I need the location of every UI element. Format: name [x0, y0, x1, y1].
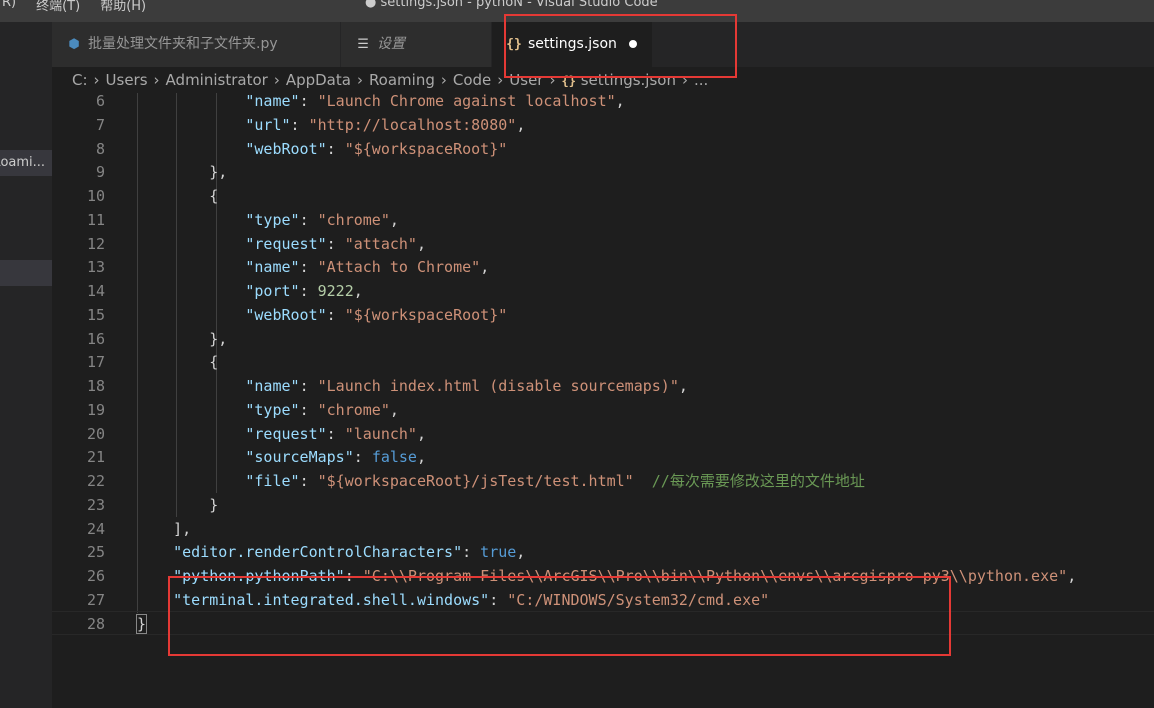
code-line: 11 "type": "chrome",	[52, 208, 1154, 232]
code-text: "url": "http://localhost:8080",	[245, 116, 526, 134]
code-text: ],	[137, 520, 192, 538]
breadcrumb-item[interactable]: AppData	[286, 71, 351, 89]
sidebar: Roami...	[0, 22, 52, 708]
code-text: "file": "${workspaceRoot}/jsTest/test.ht…	[245, 472, 865, 490]
line-number: 28	[86, 615, 105, 633]
breadcrumb-item[interactable]: C:	[72, 71, 88, 89]
window-title: ● settings.json - pythoN - Visual Studio…	[365, 0, 658, 10]
chevron-right-icon: ›	[497, 71, 504, 89]
tab-label: 批量处理文件夹和子文件夹.py	[88, 36, 278, 52]
line-number: 14	[86, 282, 105, 300]
line-number: 9	[95, 163, 105, 181]
code-text: "type": "chrome",	[245, 401, 399, 419]
code-line: 17 {	[52, 350, 1154, 374]
chevron-right-icon: ›	[440, 71, 447, 89]
sidebar-item-roaming[interactable]: Roami...	[0, 150, 52, 176]
code-text: "port": 9222,	[245, 282, 363, 300]
line-number: 7	[95, 116, 105, 134]
code-text: "name": "Launch Chrome against localhost…	[245, 92, 625, 110]
highlight-box-tab	[504, 14, 737, 78]
line-number: 23	[86, 496, 105, 514]
line-number: 26	[86, 567, 105, 585]
line-number: 6	[95, 92, 105, 110]
code-text: "request": "attach",	[245, 235, 426, 253]
code-line: 16 },	[52, 327, 1154, 351]
code-line: 9 },	[52, 160, 1154, 184]
line-number: 16	[86, 330, 105, 348]
code-text: {	[137, 187, 219, 205]
code-line: 15 "webRoot": "${workspaceRoot}"	[52, 303, 1154, 327]
code-line: 13 "name": "Attach to Chrome",	[52, 255, 1154, 279]
code-text: "name": "Launch index.html (disable sour…	[245, 377, 688, 395]
breadcrumb-item[interactable]: Code	[453, 71, 491, 89]
code-line: 24 ],	[52, 517, 1154, 541]
code-text: {	[137, 353, 219, 371]
line-number: 8	[95, 140, 105, 158]
code-text: "type": "chrome",	[245, 211, 399, 229]
menu-item-partial[interactable]: R)	[0, 0, 18, 14]
python-icon: ⬢	[68, 37, 80, 52]
code-text: "sourceMaps": false,	[245, 448, 426, 466]
code-text: "editor.renderControlCharacters": true,	[173, 543, 526, 561]
code-text: "name": "Attach to Chrome",	[245, 258, 490, 276]
highlight-box-shell-setting	[168, 576, 951, 656]
line-number: 20	[86, 425, 105, 443]
code-text: "request": "launch",	[245, 425, 426, 443]
code-text: }	[137, 496, 219, 514]
closing-brace: }	[135, 614, 148, 634]
sidebar-item-label: Roami...	[0, 155, 46, 170]
code-text: "webRoot": "${workspaceRoot}"	[245, 306, 508, 324]
line-number: 18	[86, 377, 105, 395]
code-text: },	[137, 330, 228, 348]
line-number: 10	[86, 187, 105, 205]
sidebar-item-selected[interactable]	[0, 260, 52, 286]
code-line: 18 "name": "Launch index.html (disable s…	[52, 374, 1154, 398]
tab-settings-ui[interactable]: ☰ 设置	[341, 22, 491, 67]
chevron-right-icon: ›	[153, 71, 160, 89]
code-line: 23 }	[52, 493, 1154, 517]
code-text: }	[135, 612, 148, 636]
line-number: 11	[86, 211, 105, 229]
line-number: 17	[86, 353, 105, 371]
line-number: 27	[86, 591, 105, 609]
code-line: 7 "url": "http://localhost:8080",	[52, 113, 1154, 137]
line-number: 13	[86, 258, 105, 276]
line-number: 25	[86, 543, 105, 561]
tab-python-file[interactable]: ⬢ 批量处理文件夹和子文件夹.py	[52, 22, 340, 67]
chevron-right-icon: ›	[93, 71, 100, 89]
menu-item-terminal[interactable]: 终端(T)	[34, 0, 82, 14]
line-number: 24	[86, 520, 105, 538]
code-line: 19 "type": "chrome",	[52, 398, 1154, 422]
tab-label: 设置	[377, 36, 405, 52]
code-line: 8 "webRoot": "${workspaceRoot}"	[52, 137, 1154, 161]
code-line: 14 "port": 9222,	[52, 279, 1154, 303]
line-number: 22	[86, 472, 105, 490]
code-line: 21 "sourceMaps": false,	[52, 445, 1154, 469]
line-number: 19	[86, 401, 105, 419]
chevron-right-icon: ›	[273, 71, 280, 89]
code-line: 25 "editor.renderControlCharacters": tru…	[52, 540, 1154, 564]
breadcrumb-item[interactable]: Administrator	[166, 71, 268, 89]
code-text: "webRoot": "${workspaceRoot}"	[245, 140, 508, 158]
menu-bar: R) 终端(T) 帮助(H)	[0, 0, 148, 14]
breadcrumb-item[interactable]: Users	[106, 71, 148, 89]
breadcrumb-item[interactable]: Roaming	[369, 71, 435, 89]
menu-item-help[interactable]: 帮助(H)	[98, 0, 148, 14]
code-text: },	[137, 163, 228, 181]
list-icon: ☰	[357, 37, 369, 52]
code-line: 22 "file": "${workspaceRoot}/jsTest/test…	[52, 469, 1154, 493]
code-line: 12 "request": "attach",	[52, 232, 1154, 256]
line-number: 21	[86, 448, 105, 466]
code-line: 6 "name": "Launch Chrome against localho…	[52, 89, 1154, 113]
chevron-right-icon: ›	[356, 71, 363, 89]
code-line: 20 "request": "launch",	[52, 422, 1154, 446]
line-number: 15	[86, 306, 105, 324]
line-number: 12	[86, 235, 105, 253]
code-line: 10 {	[52, 184, 1154, 208]
